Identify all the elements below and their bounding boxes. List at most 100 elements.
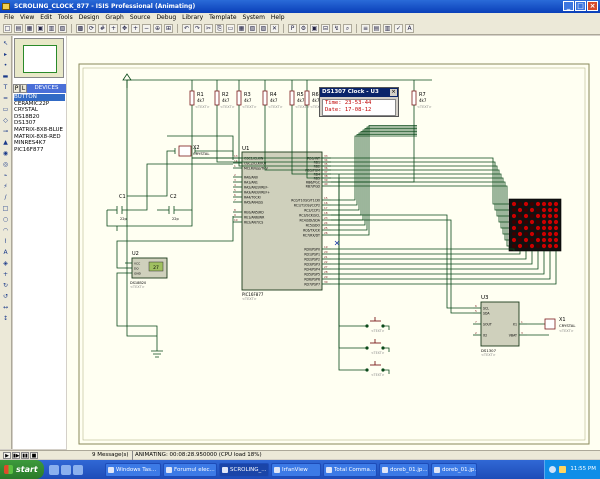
device-list-item[interactable]: DS1307 bbox=[14, 120, 65, 127]
menu-file[interactable]: File bbox=[4, 13, 14, 23]
block-copy-icon[interactable]: ▦ bbox=[237, 24, 246, 33]
task-windows-tas[interactable]: Windows Tas... bbox=[105, 462, 161, 477]
box-icon[interactable]: □ bbox=[1, 204, 10, 213]
tape-icon[interactable]: ◉ bbox=[1, 149, 10, 158]
block-rotate-icon[interactable]: ▨ bbox=[259, 24, 268, 33]
undo-icon[interactable]: ↶ bbox=[182, 24, 191, 33]
label-icon[interactable]: ▬ bbox=[1, 72, 10, 81]
rotate-cw-icon[interactable]: ↻ bbox=[1, 281, 10, 290]
zoom-out-icon[interactable]: − bbox=[142, 24, 151, 33]
quicklaunch-icon[interactable] bbox=[73, 464, 83, 475]
menu-design[interactable]: Design bbox=[79, 13, 100, 23]
task-forumul[interactable]: Forumul elec... bbox=[163, 462, 217, 477]
zoom-all-icon[interactable]: ⊕ bbox=[153, 24, 162, 33]
start-button[interactable]: start bbox=[0, 460, 44, 479]
device-list-item[interactable]: MINRES4K7 bbox=[14, 140, 65, 147]
step-button[interactable]: ▮▶ bbox=[12, 452, 20, 459]
circle-icon[interactable]: ○ bbox=[1, 215, 10, 224]
select-icon[interactable]: ↖ bbox=[1, 39, 10, 48]
bus-icon[interactable]: ═ bbox=[1, 94, 10, 103]
refresh-icon[interactable]: ⟳ bbox=[87, 24, 96, 33]
netlist-icon[interactable]: ▤ bbox=[372, 24, 381, 33]
menu-source[interactable]: Source bbox=[130, 13, 151, 23]
menu-edit[interactable]: Edit bbox=[40, 13, 52, 23]
menu-tools[interactable]: Tools bbox=[58, 13, 73, 23]
maximize-button[interactable]: □ bbox=[575, 1, 586, 11]
pan-icon[interactable]: ✥ bbox=[120, 24, 129, 33]
close-button[interactable]: × bbox=[587, 1, 598, 11]
quicklaunch-icon[interactable] bbox=[61, 464, 71, 475]
menu-view[interactable]: View bbox=[20, 13, 34, 23]
arc-icon[interactable]: ◠ bbox=[1, 226, 10, 235]
origin-icon[interactable]: + bbox=[109, 24, 118, 33]
component-icon[interactable]: ▸ bbox=[1, 50, 10, 59]
new-icon[interactable]: □ bbox=[3, 24, 12, 33]
block-move-icon[interactable]: ▧ bbox=[248, 24, 257, 33]
minimize-button[interactable]: _ bbox=[563, 1, 574, 11]
library-manager-button[interactable]: L bbox=[20, 84, 27, 93]
pick-icon[interactable]: P bbox=[288, 24, 297, 33]
text-icon[interactable]: T bbox=[1, 83, 10, 92]
menu-template[interactable]: Template bbox=[209, 13, 236, 23]
stop-button[interactable]: ■ bbox=[30, 452, 38, 459]
instrument-icon[interactable]: ⚡ bbox=[1, 182, 10, 191]
menu-help[interactable]: Help bbox=[271, 13, 285, 23]
decompose-icon[interactable]: ⊟ bbox=[321, 24, 330, 33]
overview-preview[interactable] bbox=[14, 38, 64, 78]
device-list-item[interactable]: BUTTON bbox=[14, 94, 65, 101]
device-list-item[interactable]: PIC16F877 bbox=[14, 147, 65, 154]
device-list-item[interactable]: CERAMIC22P bbox=[14, 101, 65, 108]
subcircuit-icon[interactable]: ▭ bbox=[1, 105, 10, 114]
play-button[interactable]: ▶ bbox=[3, 452, 11, 459]
task-total-commander[interactable]: Total Comma... bbox=[323, 462, 377, 477]
import-icon[interactable]: ▣ bbox=[36, 24, 45, 33]
area-icon[interactable]: ▩ bbox=[76, 24, 85, 33]
mirror-x-icon[interactable]: ↔ bbox=[1, 303, 10, 312]
path-icon[interactable]: ⌇ bbox=[1, 237, 10, 246]
quicklaunch-icon[interactable] bbox=[49, 464, 59, 475]
terminal-icon[interactable]: ◇ bbox=[1, 116, 10, 125]
generator-icon[interactable]: ◎ bbox=[1, 160, 10, 169]
graph-icon[interactable]: ▲ bbox=[1, 138, 10, 147]
pause-button[interactable]: ▮▮ bbox=[21, 452, 29, 459]
property-icon[interactable]: ≡ bbox=[361, 24, 370, 33]
device-list-item[interactable]: MATRIX-8X8-BLUE bbox=[14, 127, 65, 134]
symbol-icon[interactable]: ◈ bbox=[1, 259, 10, 268]
open-icon[interactable]: ▤ bbox=[14, 24, 23, 33]
wire-autoroute-icon[interactable]: ↯ bbox=[332, 24, 341, 33]
package-icon[interactable]: ▣ bbox=[310, 24, 319, 33]
message-count[interactable]: 9 Message(s) bbox=[92, 451, 129, 460]
zoom-in-icon[interactable]: + bbox=[131, 24, 140, 33]
menu-debug[interactable]: Debug bbox=[156, 13, 176, 23]
redo-icon[interactable]: ↷ bbox=[193, 24, 202, 33]
task-scroling-clock[interactable]: SCROLING_... bbox=[219, 462, 269, 477]
grid-icon[interactable]: # bbox=[98, 24, 107, 33]
task-doreb-2[interactable]: doreb_01.jp... bbox=[431, 462, 477, 477]
pin-icon[interactable]: ⊸ bbox=[1, 127, 10, 136]
rotate-ccw-icon[interactable]: ↺ bbox=[1, 292, 10, 301]
zoom-area-icon[interactable]: ⊞ bbox=[164, 24, 173, 33]
erc-icon[interactable]: ✓ bbox=[394, 24, 403, 33]
cut-icon[interactable]: ✂ bbox=[204, 24, 213, 33]
task-doreb-1[interactable]: doreb_01.jp... bbox=[379, 462, 429, 477]
pick-devices-button[interactable]: P bbox=[13, 84, 20, 93]
print-icon[interactable]: ▧ bbox=[58, 24, 67, 33]
ares-icon[interactable]: A bbox=[405, 24, 414, 33]
menu-system[interactable]: System bbox=[243, 13, 265, 23]
paste-icon[interactable]: ▭ bbox=[226, 24, 235, 33]
block-delete-icon[interactable]: ✕ bbox=[270, 24, 279, 33]
line-icon[interactable]: / bbox=[1, 193, 10, 202]
device-list-item[interactable]: MATRIX-8X8-RED bbox=[14, 134, 65, 141]
junction-icon[interactable]: • bbox=[1, 61, 10, 70]
device-list-item[interactable]: DS18B20 bbox=[14, 114, 65, 121]
export-icon[interactable]: ▥ bbox=[47, 24, 56, 33]
menu-graph[interactable]: Graph bbox=[105, 13, 123, 23]
popup-close-button[interactable]: × bbox=[390, 89, 397, 96]
mirror-y-icon[interactable]: ↕ bbox=[1, 314, 10, 323]
probe-icon[interactable]: ⌁ bbox=[1, 171, 10, 180]
make-device-icon[interactable]: ⚙ bbox=[299, 24, 308, 33]
save-icon[interactable]: ▦ bbox=[25, 24, 34, 33]
marker-icon[interactable]: + bbox=[1, 270, 10, 279]
copy-icon[interactable]: ⎘ bbox=[215, 24, 224, 33]
device-list-item[interactable]: CRYSTAL bbox=[14, 107, 65, 114]
